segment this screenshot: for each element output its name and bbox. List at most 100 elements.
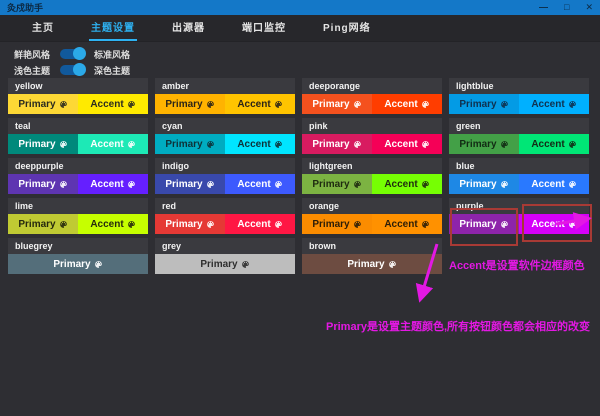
purple-primary-button[interactable]: Primary [449,214,519,234]
theme-card-lime: limePrimaryAccent [8,198,148,234]
toggle-knob [73,47,86,60]
deeporange-primary-button[interactable]: Primary [302,94,372,114]
style-toggle-row: 鲜艳风格 标准风格 [14,46,130,62]
primary-button-label: Primary [53,259,90,270]
swatch-button-row: PrimaryAccent [155,134,295,154]
swatch-button-row: Primary Accent [302,214,442,234]
palette-icon [353,220,362,229]
palette-icon [274,220,283,229]
style-toggle-switch[interactable] [60,49,84,59]
theme-card-name: green [449,118,589,134]
swatch-button-row: PrimaryAccent [302,134,442,154]
theme-card-brown: brownPrimary [302,238,442,274]
theme-card-name: red [155,198,295,214]
indigo-accent-button[interactable]: Accent [225,174,295,194]
primary-button-label: Primary [18,179,55,190]
green-primary-button[interactable]: Primary [449,134,519,154]
yellow-accent-button[interactable]: Accent [78,94,148,114]
pink-accent-button[interactable]: Accent [372,134,442,154]
primary-button-label: Primary [459,219,496,230]
indigo-primary-button[interactable]: Primary [155,174,225,194]
accent-button-label: Accent [531,219,564,230]
theme-card-lightblue: lightblue Primary Accent [449,78,589,114]
lime-primary-button[interactable]: Primary [8,214,78,234]
teal-accent-button[interactable]: Accent [78,134,148,154]
theme-card-name: purple [449,198,589,214]
teal-primary-button[interactable]: Primary [8,134,78,154]
lightgreen-accent-button[interactable]: Accent [372,174,442,194]
palette-icon [421,220,430,229]
palette-icon [421,100,430,109]
primary-button-label: Primary [312,179,349,190]
orange-primary-button[interactable]: Primary [302,214,372,234]
swatch-button-row: Primary Accent [449,214,589,234]
accent-button-label: Accent [90,139,123,150]
theme-card-name: lightblue [449,78,589,94]
tab-出源器[interactable]: 出源器 [170,13,207,41]
swatch-button-row: PrimaryAccent [155,94,295,114]
swatch-button-row: Primary Accent [8,94,148,114]
palette-icon [206,220,215,229]
palette-icon [206,180,215,189]
lightblue-primary-button[interactable]: Primary [449,94,519,114]
brown-primary-button[interactable]: Primary [302,254,442,274]
palette-icon [59,180,68,189]
green-accent-button[interactable]: Accent [519,134,589,154]
toggle-panel: 鲜艳风格 标准风格 浅色主题 深色主题 [14,46,130,78]
deeppurple-primary-button[interactable]: Primary [8,174,78,194]
blue-primary-button[interactable]: Primary [449,174,519,194]
accent-button-label: Accent [237,219,270,230]
close-button[interactable]: ✕ [585,0,593,15]
accent-button-label: Accent [90,99,123,110]
window-controls: — □ ✕ [539,0,593,15]
theme-card-name: amber [155,78,295,94]
swatch-button-row: PrimaryAccent [302,94,442,114]
lime-accent-button[interactable]: Accent [78,214,148,234]
palette-icon [353,140,362,149]
orange-accent-button[interactable]: Accent [372,214,442,234]
deeppurple-accent-button[interactable]: Accent [78,174,148,194]
amber-accent-button[interactable]: Accent [225,94,295,114]
theme-card-name: blue [449,158,589,174]
red-primary-button[interactable]: Primary [155,214,225,234]
blue-accent-button[interactable]: Accent [519,174,589,194]
theme-card-purple: purple Primary Accent [449,198,589,234]
bluegrey-primary-button[interactable]: Primary [8,254,148,274]
primary-button-label: Primary [459,99,496,110]
theme-toggle-switch[interactable] [60,65,84,75]
tab-Ping网络[interactable]: Ping网络 [321,13,373,41]
tab-端口监控[interactable]: 端口监控 [240,13,288,41]
swatch-button-row: Primary Accent [8,134,148,154]
primary-button-label: Primary [18,219,55,230]
tab-主题设置[interactable]: 主题设置 [89,13,137,41]
lightgreen-primary-button[interactable]: Primary [302,174,372,194]
primary-button-label: Primary [347,259,384,270]
deeporange-accent-button[interactable]: Accent [372,94,442,114]
purple-accent-button[interactable]: Accent [519,214,589,234]
theme-card-name: cyan [155,118,295,134]
theme-card-name: grey [155,238,295,254]
minimize-button[interactable]: — [539,0,548,15]
red-accent-button[interactable]: Accent [225,214,295,234]
yellow-primary-button[interactable]: Primary [8,94,78,114]
tab-主页[interactable]: 主页 [30,13,56,41]
palette-icon [206,100,215,109]
swatch-button-row: Primary Accent [8,214,148,234]
palette-icon [59,140,68,149]
grey-primary-button[interactable]: Primary [155,254,295,274]
cyan-accent-button[interactable]: Accent [225,134,295,154]
cyan-primary-button[interactable]: Primary [155,134,225,154]
maximize-button[interactable]: □ [564,0,569,15]
primary-button-label: Primary [312,219,349,230]
theme-card-name: lightgreen [302,158,442,174]
toggle-knob [73,63,86,76]
accent-button-label: Accent [90,179,123,190]
theme-card-name: deeppurple [8,158,148,174]
lightblue-accent-button[interactable]: Accent [519,94,589,114]
theme-card-name: indigo [155,158,295,174]
amber-primary-button[interactable]: Primary [155,94,225,114]
pink-primary-button[interactable]: Primary [302,134,372,154]
palette-icon [421,180,430,189]
palette-icon [59,220,68,229]
palette-icon [274,100,283,109]
